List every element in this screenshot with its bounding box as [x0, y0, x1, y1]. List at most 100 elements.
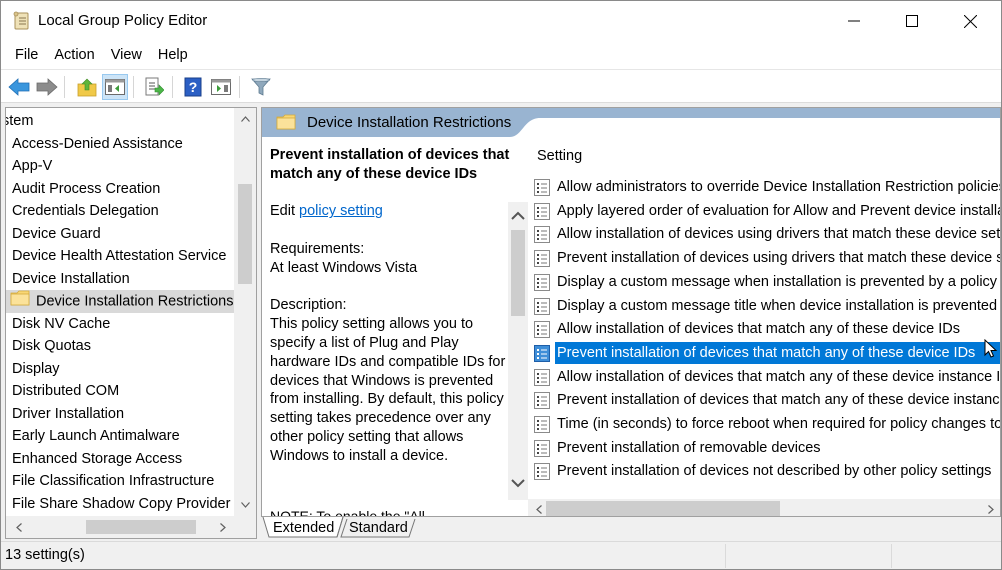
help-icon: ? — [184, 77, 202, 97]
toolbar: ? — [1, 69, 1001, 103]
toolbar-separator — [239, 76, 240, 98]
tree-item[interactable]: Device Guard — [12, 223, 101, 246]
minimize-icon — [848, 20, 860, 22]
export-list-button[interactable] — [141, 74, 167, 100]
policy-scroll-icon — [13, 11, 31, 31]
tree-horizontal-scrollbar[interactable] — [6, 516, 256, 538]
requirements-value: At least Windows Vista — [270, 259, 418, 276]
tree-item-system[interactable]: stem — [6, 110, 33, 133]
scroll-left-arrow-icon[interactable] — [8, 518, 30, 536]
scrollbar-thumb[interactable] — [511, 230, 525, 316]
tree-item[interactable]: Distributed COM — [12, 380, 119, 403]
tree-item[interactable]: Early Launch Antimalware — [12, 425, 180, 448]
setting-label: Allow administrators to override Device … — [557, 179, 1001, 195]
tree-item[interactable]: Driver Installation — [12, 403, 124, 426]
setting-row[interactable]: Display a custom message when installati… — [534, 271, 1000, 294]
menu-action[interactable]: Action — [46, 47, 102, 63]
filter-button[interactable] — [248, 74, 274, 100]
setting-row[interactable]: Apply layered order of evaluation for Al… — [534, 200, 1000, 223]
tree-item-label: Device Installation Restrictions — [36, 293, 234, 310]
tree-item[interactable]: Credentials Delegation — [12, 200, 159, 223]
forward-button[interactable] — [34, 74, 60, 100]
policy-setting-icon — [534, 463, 550, 481]
setting-row-selected[interactable]: Prevent installation of devices that mat… — [534, 341, 1000, 365]
setting-label: Prevent installation of removable device… — [557, 439, 821, 456]
menu-help[interactable]: Help — [150, 47, 196, 63]
setting-row[interactable]: Prevent installation of devices that mat… — [534, 389, 1000, 412]
scroll-right-arrow-icon[interactable] — [212, 518, 234, 536]
scroll-down-arrow-icon[interactable] — [507, 474, 529, 492]
setting-label: Allow installation of devices that match… — [557, 368, 1001, 385]
setting-row[interactable]: Prevent installation of devices using dr… — [534, 247, 1000, 270]
description-label: Description: — [270, 297, 347, 314]
scroll-down-arrow-icon[interactable] — [234, 496, 256, 514]
tree-item[interactable]: Access-Denied Assistance — [12, 133, 183, 156]
edit-label: Edit — [270, 203, 300, 220]
menu-view[interactable]: View — [103, 47, 150, 63]
show-hide-action-pane-button[interactable] — [208, 74, 234, 100]
setting-row[interactable]: Prevent installation of devices not desc… — [534, 460, 1000, 483]
policy-setting-icon — [534, 226, 550, 244]
scrollbar-thumb[interactable] — [86, 520, 196, 534]
setting-label: Prevent installation of devices using dr… — [557, 250, 1000, 267]
tree-item[interactable]: Device Installation — [12, 268, 130, 291]
tree-item-selected[interactable]: Device Installation Restrictions — [6, 290, 234, 313]
description-vertical-scrollbar[interactable] — [508, 202, 528, 500]
tree-item[interactable]: Disk Quotas — [12, 335, 91, 358]
up-one-level-button[interactable] — [74, 74, 100, 100]
description-cutoff-text: NOTE: To enable the "All — [270, 508, 425, 517]
pane-header-title: Device Installation Restrictions — [307, 114, 512, 131]
setting-row[interactable]: Allow installation of devices using driv… — [534, 223, 1000, 246]
setting-row[interactable]: Allow installation of devices that match… — [534, 318, 1000, 341]
scroll-right-arrow-icon[interactable] — [980, 500, 1000, 516]
tree-item[interactable]: Disk NV Cache — [12, 313, 110, 336]
scrollbar-thumb[interactable] — [238, 184, 252, 284]
scrollbar-thumb[interactable] — [546, 501, 780, 516]
title-bar: Local Group Policy Editor — [1, 1, 1001, 41]
policy-setting-icon — [534, 392, 550, 410]
mouse-cursor-icon — [984, 339, 998, 358]
tree-item[interactable]: App-V — [12, 155, 52, 178]
tree-item[interactable]: Enhanced Storage Access — [12, 448, 182, 471]
tab-standard[interactable]: Standard — [349, 517, 408, 539]
help-button[interactable]: ? — [180, 74, 206, 100]
close-button[interactable] — [941, 1, 999, 41]
back-button[interactable] — [6, 74, 32, 100]
toolbar-separator — [64, 76, 65, 98]
edit-policy-setting-link[interactable]: policy setting — [299, 203, 383, 219]
description-panel: Prevent installation of devices that mat… — [270, 146, 516, 484]
edit-policy-line: Edit policy setting — [270, 202, 516, 221]
tree-item[interactable]: File Classification Infrastructure — [12, 470, 214, 493]
status-separator — [725, 544, 726, 568]
setting-row[interactable]: Allow administrators to override Device … — [534, 176, 1001, 199]
column-header-setting[interactable]: Setting — [537, 148, 582, 164]
tab-extended[interactable]: Extended — [273, 517, 334, 539]
tree-item[interactable]: Display — [12, 358, 60, 381]
setting-row[interactable]: Display a custom message title when devi… — [534, 295, 1000, 318]
setting-label: Apply layered order of evaluation for Al… — [557, 202, 1000, 219]
scroll-up-arrow-icon[interactable] — [507, 206, 529, 224]
view-tabs: Extended Standard — [261, 517, 1001, 541]
setting-row[interactable]: Prevent installation of removable device… — [534, 437, 1000, 460]
export-list-icon — [145, 77, 164, 96]
show-hide-console-tree-button[interactable] — [102, 74, 128, 100]
setting-label: Allow installation of devices that match… — [557, 321, 960, 338]
menu-file[interactable]: File — [7, 47, 46, 63]
pane-header: Device Installation Restrictions — [262, 108, 1000, 137]
scroll-up-arrow-icon[interactable] — [234, 110, 256, 128]
folder-up-icon — [77, 78, 97, 97]
setting-row[interactable]: Allow installation of devices that match… — [534, 366, 1001, 389]
window-title: Local Group Policy Editor — [38, 12, 208, 29]
console-tree[interactable]: stem Access-Denied Assistance App-V Audi… — [5, 107, 257, 539]
description-text: This policy setting allows you to specif… — [270, 316, 506, 464]
maximize-button[interactable] — [883, 1, 941, 41]
tree-item[interactable]: Device Health Attestation Service — [12, 245, 226, 268]
tree-vertical-scrollbar[interactable] — [234, 108, 256, 516]
tree-item[interactable]: File Share Shadow Copy Provider — [12, 493, 230, 516]
svg-text:?: ? — [189, 79, 198, 95]
requirements-block: Requirements: At least Windows Vista — [270, 240, 516, 278]
settings-horizontal-scrollbar[interactable] — [528, 499, 1000, 516]
minimize-button[interactable] — [825, 1, 883, 41]
tree-item[interactable]: Audit Process Creation — [12, 178, 160, 201]
setting-row[interactable]: Time (in seconds) to force reboot when r… — [534, 413, 1000, 436]
